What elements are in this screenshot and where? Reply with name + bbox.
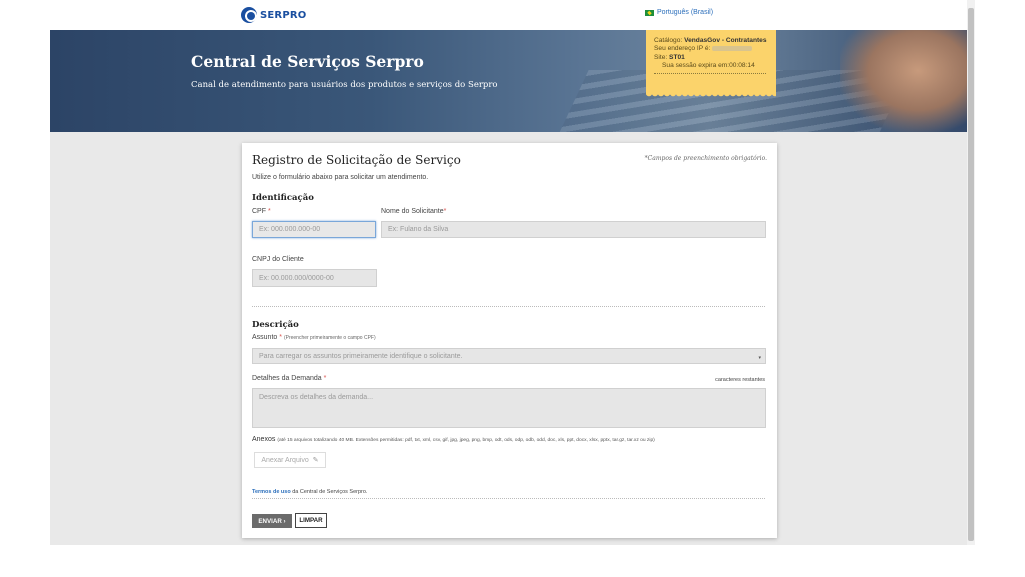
site-value: ST01 — [669, 53, 685, 61]
identification-section-title: Identificação — [252, 193, 314, 203]
chars-remaining-counter: caracteres restantes — [715, 377, 765, 383]
ip-line: Seu endereço IP é: — [654, 45, 776, 53]
cnpj-label: CNPJ do Cliente — [252, 256, 304, 263]
terms-of-use-link[interactable]: Termos de uso — [252, 489, 291, 495]
section-divider — [252, 306, 765, 307]
cnpj-input[interactable]: Ex: 00.000.000/0000-00 — [252, 269, 377, 287]
ip-redacted — [712, 46, 753, 52]
catalog-line: Catálogo: VendasGov - Contratantes — [654, 37, 767, 44]
cpf-input[interactable]: Ex: 000.000.000-00 — [252, 221, 376, 238]
attach-file-label: Anexar Arquivo — [261, 456, 309, 464]
requester-name-input[interactable]: Ex: Fulano da Silva — [381, 221, 766, 238]
session-expiry-line: Sua sessão expira em:00:08:14 — [662, 62, 755, 70]
ticket-divider — [654, 72, 766, 74]
terms-text: da Central de Serviços Serpro. — [290, 489, 368, 495]
attachments-label: Anexos (até 15 arquivos totalizando 40 M… — [252, 436, 655, 443]
clear-button[interactable]: LIMPAR — [295, 513, 327, 528]
request-form-card: Registro de Solicitação de Serviço *Camp… — [242, 143, 777, 538]
terms-of-use: Termos de uso da Central de Serviços Ser… — [252, 489, 367, 495]
details-label: Detalhes da Demanda * — [252, 375, 327, 382]
session-timer: 00:08:14 — [729, 62, 755, 70]
language-selector[interactable]: Português (Brasil) — [645, 9, 713, 16]
language-label: Português (Brasil) — [657, 9, 714, 16]
catalog-value: VendasGov - Contratantes — [684, 37, 767, 44]
subject-select[interactable]: Para carregar os assuntos primeiramente … — [252, 348, 766, 364]
subject-hint: (Preencher primeiramente o campo CPF) — [283, 335, 376, 341]
serpro-logo[interactable]: SERPRO — [241, 7, 306, 23]
attachments-hint: (até 15 arquivos totalizando 40 MB. Exte… — [277, 438, 655, 443]
send-button[interactable]: ENVIAR › — [252, 514, 292, 528]
hero-subtitle: Canal de atendimento para usuários dos p… — [191, 80, 498, 90]
subject-select-placeholder: Para carregar os assuntos primeiramente … — [259, 352, 463, 360]
subject-label: Assunto * (Preencher primeiramente o cam… — [252, 334, 376, 341]
site-line: Site: ST01 — [654, 53, 685, 61]
footer-divider — [252, 498, 765, 499]
paperclip-icon: ✎ — [312, 457, 319, 464]
scrollbar-thumb[interactable] — [968, 8, 974, 541]
logo-text: SERPRO — [260, 9, 307, 21]
session-info-ticket: Catálogo: VendasGov - Contratantes Seu e… — [646, 30, 776, 98]
hero-title: Central de Serviços Serpro — [191, 52, 424, 71]
hero-banner — [50, 30, 967, 132]
cpf-label: CPF * — [252, 208, 271, 215]
requester-name-label: Nome do Solicitante* — [381, 208, 447, 215]
brazil-flag-icon — [645, 9, 654, 16]
chevron-down-icon: ▾ — [758, 355, 761, 361]
serpro-logo-icon — [241, 7, 257, 23]
form-title: Registro de Solicitação de Serviço — [252, 153, 461, 167]
top-bar: SERPRO Português (Brasil) — [0, 0, 967, 30]
form-intro: Utilize o formulário abaixo para solicit… — [252, 174, 429, 181]
hand-image — [840, 30, 967, 132]
required-fields-note: *Campos de preenchimento obrigatório. — [644, 155, 767, 162]
description-section-title: Descrição — [252, 320, 299, 330]
details-textarea[interactable]: Descreva os detalhes da demanda... — [252, 388, 766, 428]
attach-file-button[interactable]: Anexar Arquivo ✎ — [254, 452, 326, 468]
